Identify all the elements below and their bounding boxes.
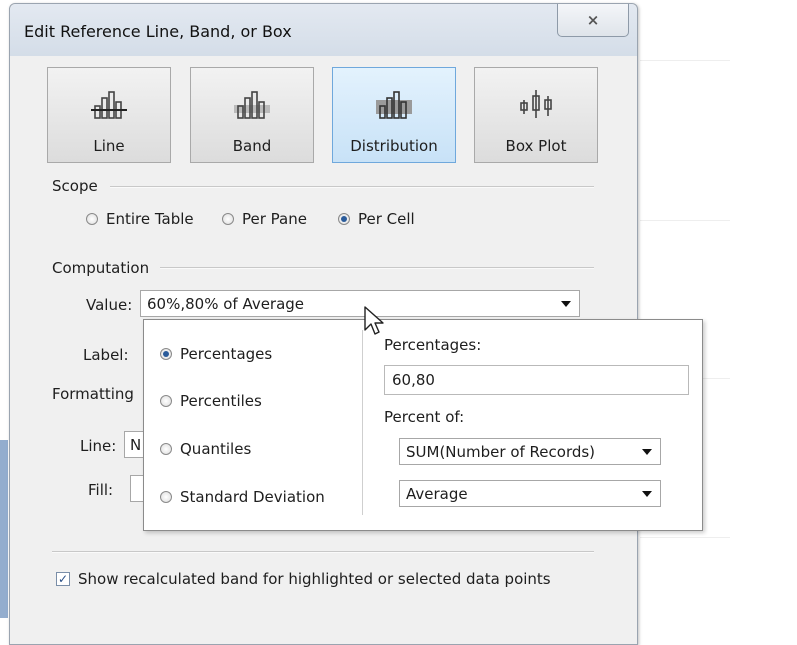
show-recalculated-label: Show recalculated band for highlighted o… bbox=[78, 570, 551, 588]
line-chart-icon bbox=[91, 91, 127, 119]
type-label: Distribution bbox=[350, 137, 438, 155]
close-icon: ⨯ bbox=[586, 11, 600, 29]
computation-popup: Percentages Percentiles Quantiles Standa… bbox=[143, 319, 703, 531]
aggregation-dropdown-text: Average bbox=[406, 485, 468, 503]
percentages-input-text: 60,80 bbox=[392, 371, 435, 389]
close-button[interactable]: ⨯ bbox=[557, 4, 629, 37]
radio-label: Per Pane bbox=[242, 210, 307, 228]
percentages-label: Percentages: bbox=[384, 336, 482, 354]
background-gridline bbox=[640, 220, 730, 221]
type-button-distribution[interactable]: Distribution bbox=[332, 67, 456, 163]
field-dropdown-text: SUM(Number of Records) bbox=[406, 443, 596, 461]
computation-divider bbox=[160, 267, 594, 269]
show-recalculated-checkbox[interactable]: ✓ bbox=[56, 572, 70, 586]
dialog-title: Edit Reference Line, Band, or Box bbox=[24, 22, 292, 41]
popup-radio-standard-deviation[interactable]: Standard Deviation bbox=[160, 488, 325, 506]
type-label: Box Plot bbox=[505, 137, 567, 155]
value-dropdown[interactable]: 60%,80% of Average bbox=[140, 290, 580, 317]
footer-divider bbox=[52, 551, 594, 553]
computation-label: Computation bbox=[52, 259, 150, 277]
popup-divider bbox=[362, 330, 363, 515]
chevron-down-icon bbox=[642, 449, 652, 455]
chevron-down-icon bbox=[642, 491, 652, 497]
type-button-box-plot[interactable]: Box Plot bbox=[474, 67, 598, 163]
aggregation-dropdown[interactable]: Average bbox=[399, 480, 661, 507]
value-label: Value: bbox=[86, 296, 133, 314]
radio-button-icon bbox=[160, 491, 172, 503]
popup-radio-percentiles[interactable]: Percentiles bbox=[160, 392, 262, 410]
type-button-line[interactable]: Line bbox=[47, 67, 171, 163]
background-sheet-edge bbox=[0, 440, 8, 618]
background-gridline bbox=[640, 537, 730, 538]
band-chart-icon bbox=[234, 91, 270, 119]
type-label: Line bbox=[93, 137, 125, 155]
box-plot-icon bbox=[520, 90, 552, 118]
value-dropdown-text: 60%,80% of Average bbox=[147, 295, 305, 313]
mouse-pointer-icon bbox=[364, 306, 384, 335]
percentages-input[interactable]: 60,80 bbox=[384, 365, 689, 395]
background-gridline bbox=[640, 60, 730, 61]
radio-button-icon bbox=[222, 213, 234, 225]
distribution-chart-icon bbox=[376, 91, 412, 119]
type-button-band[interactable]: Band bbox=[190, 67, 314, 163]
popup-radio-quantiles[interactable]: Quantiles bbox=[160, 440, 251, 458]
radio-label: Percentages bbox=[180, 345, 273, 363]
formatting-label: Formatting bbox=[52, 385, 134, 403]
chevron-down-icon bbox=[561, 301, 571, 307]
radio-button-icon bbox=[160, 395, 172, 407]
title-bar: Edit Reference Line, Band, or Box ⨯ bbox=[10, 4, 637, 56]
fill-format-label: Fill: bbox=[88, 481, 114, 499]
popup-radio-percentages[interactable]: Percentages bbox=[160, 345, 272, 363]
radio-label: Entire Table bbox=[106, 210, 194, 228]
radio-button-icon bbox=[86, 213, 98, 225]
radio-button-selected-icon bbox=[160, 348, 172, 360]
scope-radio-per-cell[interactable]: Per Cell bbox=[338, 210, 415, 228]
radio-label: Standard Deviation bbox=[180, 488, 325, 506]
percent-of-label: Percent of: bbox=[384, 408, 465, 426]
line-format-label: Line: bbox=[80, 437, 117, 455]
radio-button-selected-icon bbox=[338, 213, 350, 225]
show-recalculated-row[interactable]: ✓ Show recalculated band for highlighted… bbox=[56, 570, 551, 588]
radio-label: Quantiles bbox=[180, 440, 252, 458]
scope-label: Scope bbox=[52, 177, 98, 195]
label-field-label: Label: bbox=[83, 346, 129, 364]
radio-button-icon bbox=[160, 443, 172, 455]
scope-radio-entire-table[interactable]: Entire Table bbox=[86, 210, 194, 228]
radio-label: Per Cell bbox=[358, 210, 415, 228]
scope-divider bbox=[110, 186, 594, 188]
radio-label: Percentiles bbox=[180, 392, 262, 410]
line-format-text: N bbox=[130, 436, 142, 454]
type-label: Band bbox=[232, 137, 272, 155]
percent-of-field-dropdown[interactable]: SUM(Number of Records) bbox=[399, 438, 661, 465]
scope-radio-per-pane[interactable]: Per Pane bbox=[222, 210, 307, 228]
